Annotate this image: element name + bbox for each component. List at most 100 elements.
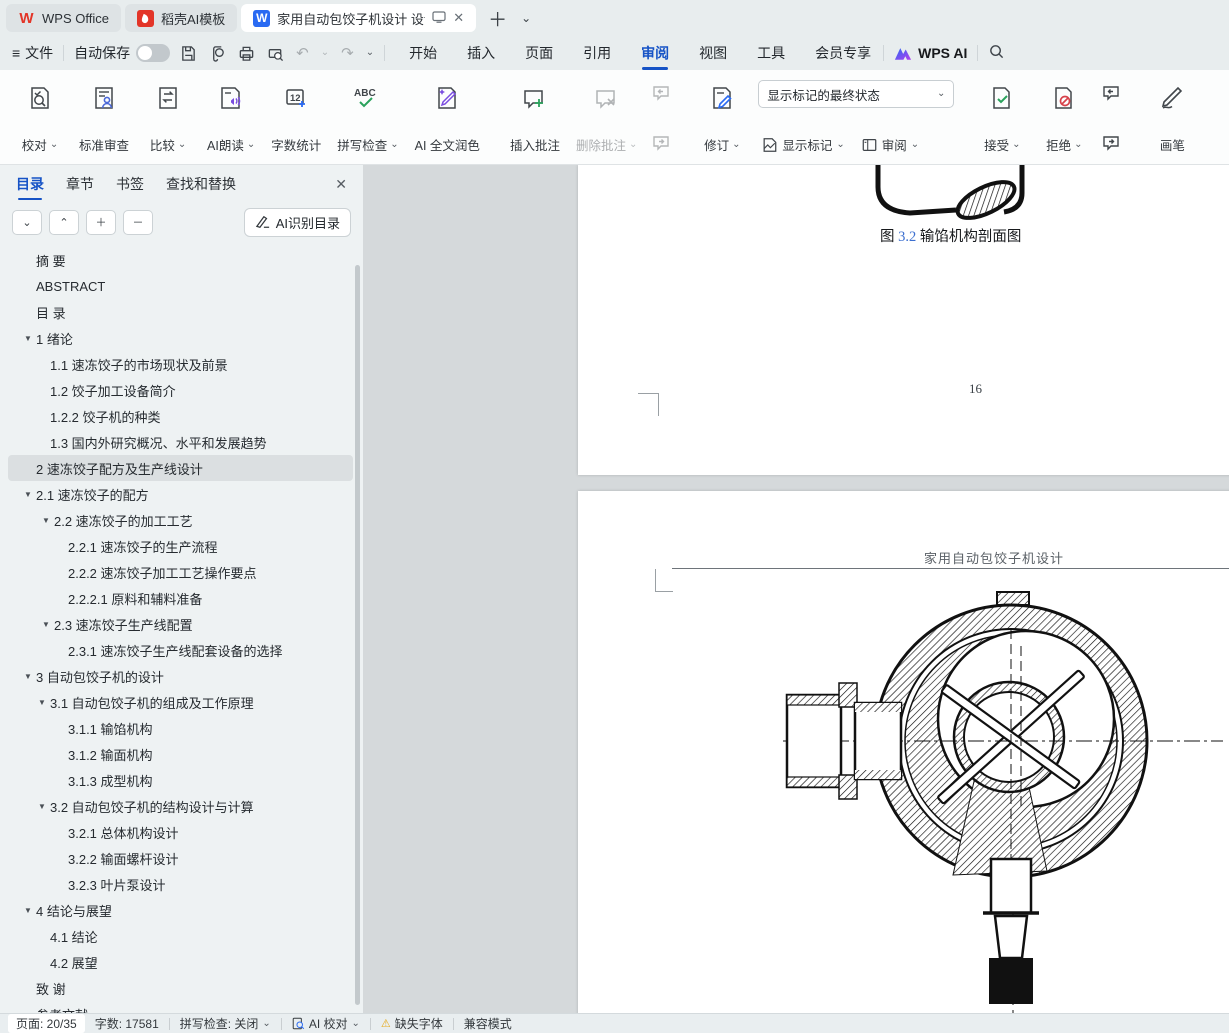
toc-item[interactable]: 4.2 展望 [8, 949, 353, 975]
standard-review-button[interactable]: 标准审查 [72, 76, 136, 160]
ai-proofread-status[interactable]: AI 校对 ⌄ [292, 1015, 360, 1032]
menu-item-6[interactable]: 视图 [697, 37, 729, 69]
toc-item[interactable]: ▼3 自动包饺子机的设计 [8, 663, 353, 689]
toc-item[interactable]: 摘 要 [8, 247, 353, 273]
toc-item[interactable]: ▼4 结论与展望 [8, 897, 353, 923]
missing-font-warning[interactable]: ⚠ 缺失字体 [381, 1015, 443, 1032]
word-count-indicator[interactable]: 字数: 17581 [95, 1015, 159, 1032]
tab-wps-office[interactable]: W WPS Office [6, 4, 121, 32]
expand-triangle-icon[interactable]: ▼ [40, 516, 52, 525]
brush-button[interactable]: 画笔 [1142, 76, 1202, 160]
print-preview-icon[interactable] [267, 45, 284, 62]
toc-item[interactable]: 2.2.2 速冻饺子加工工艺操作要点 [8, 559, 353, 585]
save-icon[interactable] [180, 45, 197, 62]
toc-item[interactable]: 3.2.3 叶片泵设计 [8, 871, 353, 897]
toc-item[interactable]: 3.1.3 成型机构 [8, 767, 353, 793]
toc-item[interactable]: 3.1.1 输馅机构 [8, 715, 353, 741]
toc-item[interactable]: 2.2.2.1 原料和辅料准备 [8, 585, 353, 611]
toc-item[interactable]: ▼2.3 速冻饺子生产线配置 [8, 611, 353, 637]
insert-comment-button[interactable]: 插入批注 [503, 76, 567, 160]
toc-item[interactable]: 2.2.1 速冻饺子的生产流程 [8, 533, 353, 559]
zoom-in-button[interactable]: ＋ [86, 210, 116, 235]
autosave-toggle[interactable] [136, 44, 170, 62]
review-pane-button[interactable]: 审阅 ⌄ [858, 133, 922, 156]
close-tab-icon[interactable]: ✕ [453, 10, 464, 26]
previous-change-icon[interactable] [1098, 80, 1124, 106]
tab-list-chevron-icon[interactable]: ⌄ [519, 11, 533, 25]
sidebar-tab-bookmarks[interactable]: 书签 [116, 166, 144, 202]
expand-triangle-icon[interactable]: ▼ [22, 672, 34, 681]
search-icon[interactable] [988, 43, 1005, 63]
spellcheck-status[interactable]: 拼写检查: 关闭 ⌄ [180, 1015, 271, 1032]
toc-item[interactable]: 3.1.2 输面机构 [8, 741, 353, 767]
toc-item[interactable]: ▼1 绪论 [8, 325, 353, 351]
expand-all-button[interactable]: ⌄ [12, 210, 42, 235]
track-changes-button[interactable]: 修订⌄ [692, 76, 752, 160]
menu-item-8[interactable]: 会员专享 [813, 37, 873, 69]
ai-recognize-toc-button[interactable]: AI识别目录 [244, 208, 351, 237]
menu-item-5[interactable]: 审阅 [639, 37, 671, 69]
expand-triangle-icon[interactable]: ▼ [40, 620, 52, 629]
toc-item[interactable]: ▼2.2 速冻饺子的加工工艺 [8, 507, 353, 533]
accept-button[interactable]: 接受⌄ [972, 76, 1032, 160]
toc-item[interactable]: 4.1 结论 [8, 923, 353, 949]
reject-button[interactable]: 拒绝⌄ [1034, 76, 1094, 160]
toc-item[interactable]: 参考文献 [8, 1001, 353, 1013]
toc-item[interactable]: 1.2.2 饺子机的种类 [8, 403, 353, 429]
spell-check-button[interactable]: ABC 拼写检查⌄ [330, 76, 405, 160]
sidebar-tab-chapters[interactable]: 章节 [66, 166, 94, 202]
word-count-button[interactable]: 12 字数统计 [264, 76, 328, 160]
toc-item[interactable]: 1.1 速冻饺子的市场现状及前景 [8, 351, 353, 377]
close-sidebar-icon[interactable]: ✕ [335, 176, 347, 193]
translate-button[interactable]: 文A 翻译⌄ [1218, 76, 1229, 160]
tab-document-active[interactable]: W 家用自动包饺子机设计 设计说 ✕ [241, 4, 476, 32]
toc-item[interactable]: 2.3.1 速冻饺子生产线配套设备的选择 [8, 637, 353, 663]
tab-docer-templates[interactable]: 稻壳AI模板 [125, 4, 237, 32]
expand-triangle-icon[interactable]: ▼ [36, 698, 48, 707]
expand-triangle-icon[interactable]: ▼ [36, 802, 48, 811]
toc-item-label: 3.2.3 叶片泵设计 [68, 875, 166, 894]
split-screen-icon[interactable] [432, 11, 446, 26]
next-change-icon[interactable] [1098, 130, 1124, 156]
sidebar-scrollbar[interactable] [355, 265, 360, 1005]
compare-button[interactable]: 比较⌄ [138, 76, 198, 160]
toc-item[interactable]: ▼3.2 自动包饺子机的结构设计与计算 [8, 793, 353, 819]
collapse-all-button[interactable]: ⌃ [49, 210, 79, 235]
sidebar-tab-find-replace[interactable]: 查找和替换 [166, 166, 236, 202]
show-markup-button[interactable]: 显示标记 ⌄ [758, 133, 847, 156]
toc-item[interactable]: ABSTRACT [8, 273, 353, 299]
writer-doc-icon: W [253, 10, 270, 27]
print-icon[interactable] [238, 45, 255, 62]
toc-item[interactable]: 1.2 饺子加工设备简介 [8, 377, 353, 403]
proofread-button[interactable]: 校对⌄ [10, 76, 70, 160]
toc-item[interactable]: ▼3.1 自动包饺子机的组成及工作原理 [8, 689, 353, 715]
toc-item[interactable]: 3.2.1 总体机构设计 [8, 819, 353, 845]
page-indicator[interactable]: 页面: 20/35 [8, 1014, 85, 1033]
ai-read-aloud-button[interactable]: AI朗读⌄ [200, 76, 262, 160]
compatibility-mode-indicator[interactable]: 兼容模式 [464, 1015, 512, 1032]
expand-triangle-icon[interactable]: ▼ [22, 334, 34, 343]
new-tab-button[interactable]: ＋ [480, 5, 515, 32]
menu-item-1[interactable]: 开始 [407, 37, 439, 69]
zoom-out-button[interactable]: － [123, 210, 153, 235]
toc-item[interactable]: 致 谢 [8, 975, 353, 1001]
wps-ai-button[interactable]: WPS AI [894, 45, 967, 61]
expand-triangle-icon[interactable]: ▼ [22, 490, 34, 499]
menu-item-3[interactable]: 页面 [523, 37, 555, 69]
quick-access-chevron-icon[interactable]: ⌄ [366, 48, 374, 58]
toc-item-selected[interactable]: 2 速冻饺子配方及生产线设计 [8, 455, 353, 481]
file-menu[interactable]: ≡ 文件 [12, 43, 53, 63]
menu-item-4[interactable]: 引用 [581, 37, 613, 69]
ai-polish-button[interactable]: AI 全文润色 [408, 76, 487, 160]
markup-state-select[interactable]: 显示标记的最终状态 ⌄ [758, 80, 954, 108]
document-canvas[interactable]: 图 3.2 输馅机构剖面图 16 家用自动包饺子机设计 [363, 165, 1229, 1013]
menu-item-2[interactable]: 插入 [465, 37, 497, 69]
toc-item[interactable]: 目 录 [8, 299, 353, 325]
expand-triangle-icon[interactable]: ▼ [22, 906, 34, 915]
sidebar-tab-toc[interactable]: 目录 [16, 166, 44, 202]
menu-item-7[interactable]: 工具 [755, 37, 787, 69]
toc-item[interactable]: 3.2.2 输面螺杆设计 [8, 845, 353, 871]
toc-item[interactable]: ▼2.1 速冻饺子的配方 [8, 481, 353, 507]
export-pdf-icon[interactable] [209, 45, 226, 62]
toc-item[interactable]: 1.3 国内外研究概况、水平和发展趋势 [8, 429, 353, 455]
